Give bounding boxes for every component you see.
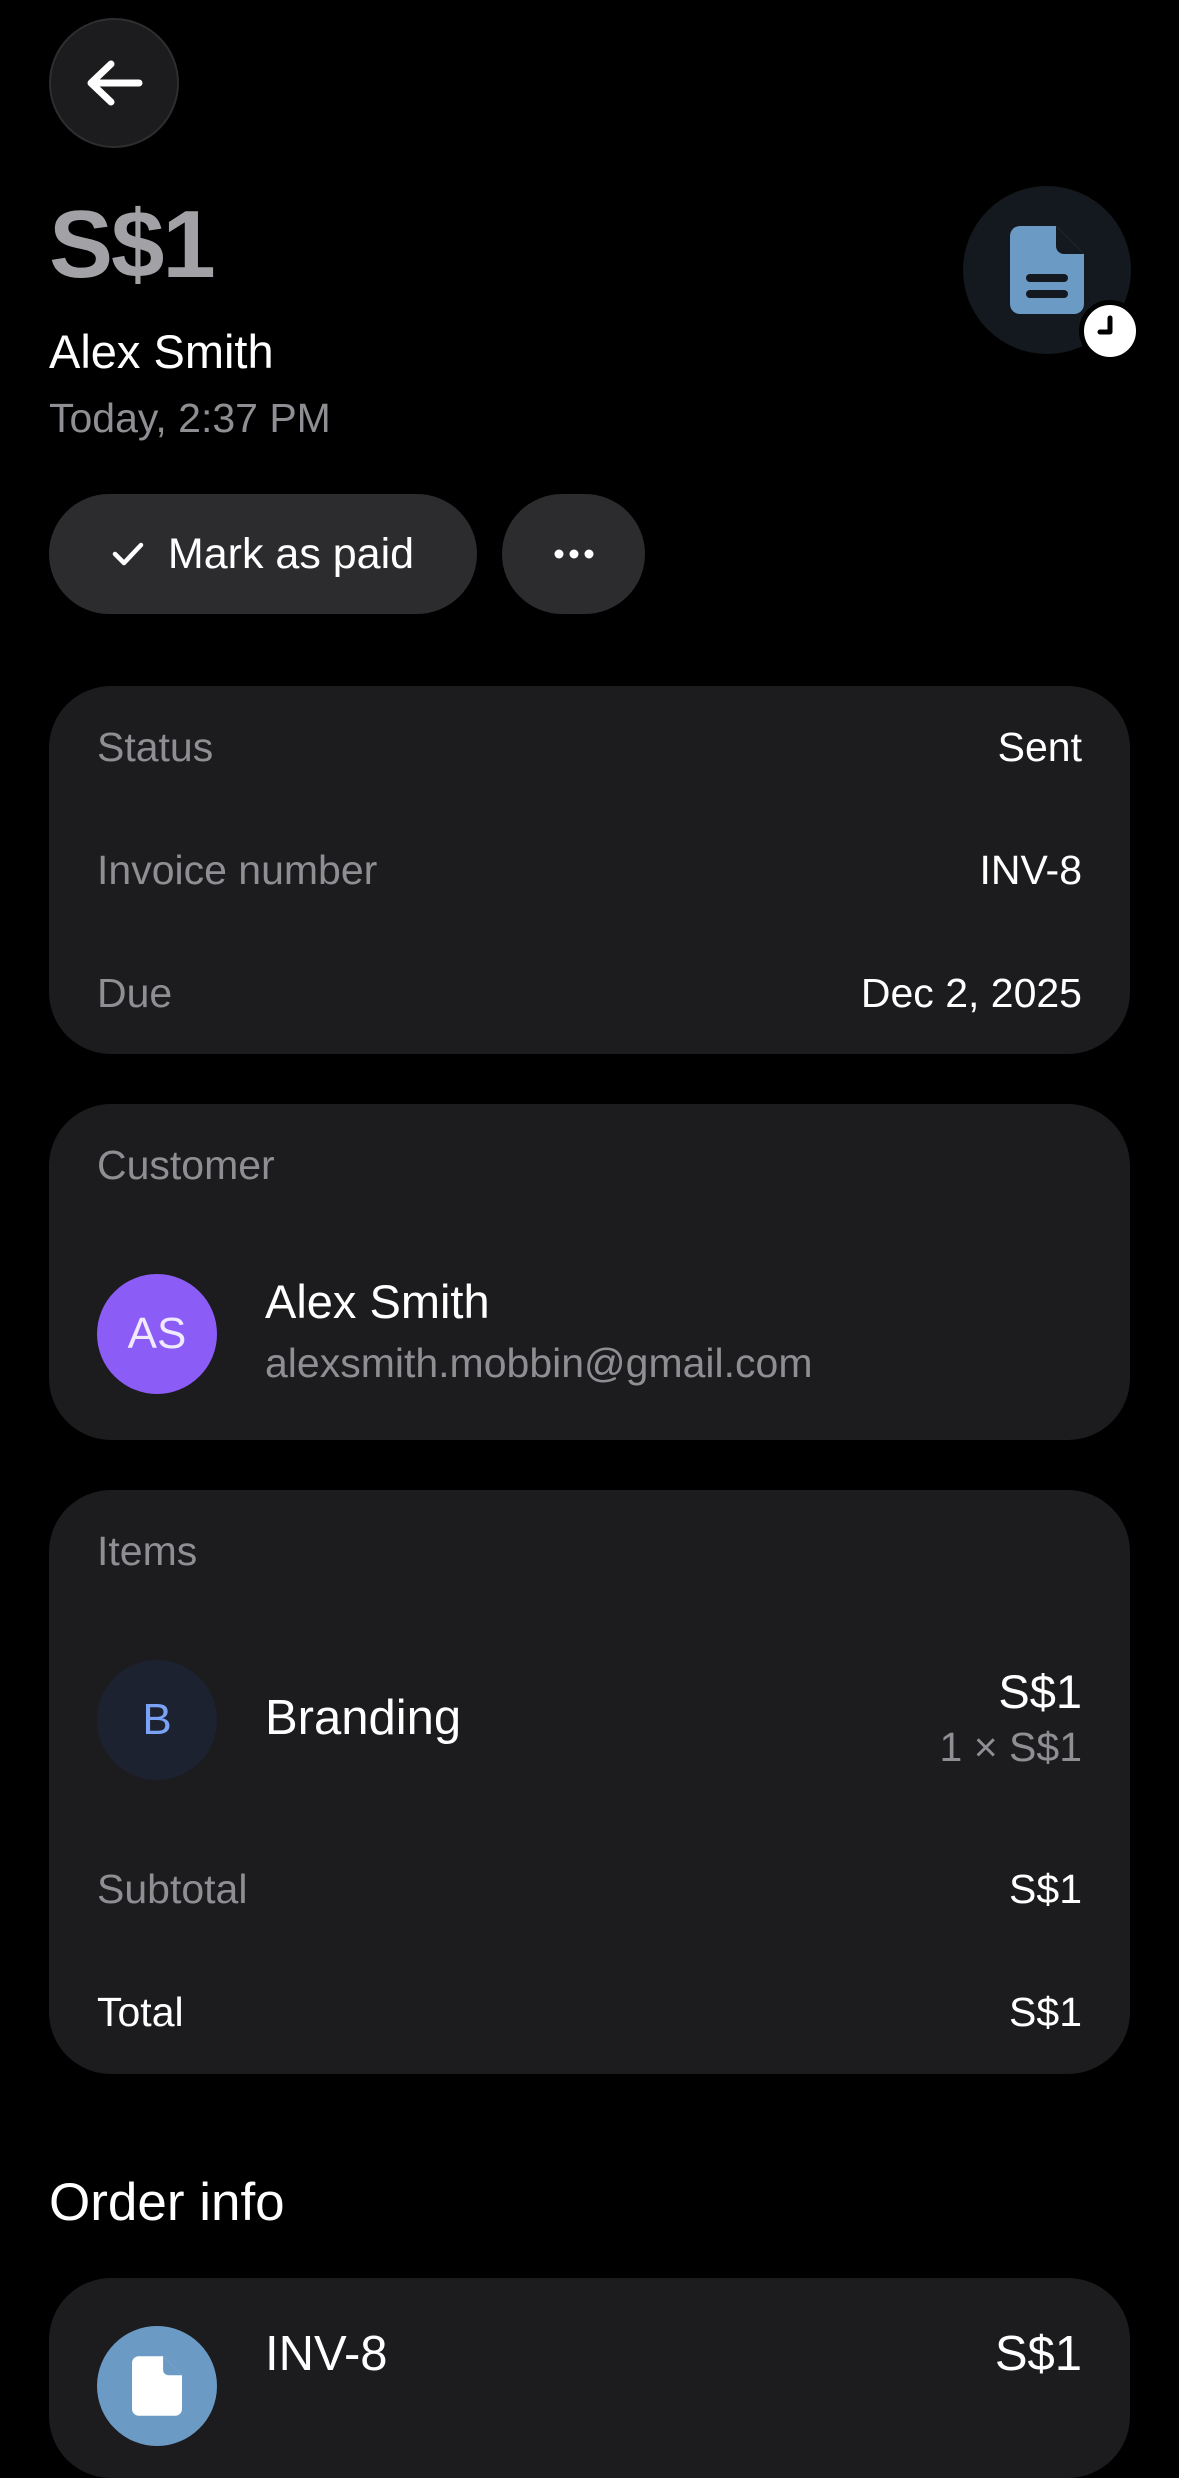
item-initial: B — [142, 1695, 172, 1744]
due-label: Due — [97, 970, 173, 1016]
customer-avatar: AS — [97, 1274, 217, 1394]
clock-icon — [1086, 307, 1134, 355]
invoice-number-value: INV-8 — [979, 847, 1082, 893]
items-card: Items B Branding S$1 1 × S$1 Subtotal S$… — [49, 1490, 1130, 2074]
total-row: Total S$1 — [97, 1989, 1082, 2036]
order-entry-label: INV-8 — [265, 2327, 388, 2381]
document-icon — [132, 2356, 182, 2416]
invoice-details-card: Status Sent Invoice number INV-8 Due Dec… — [49, 686, 1130, 1054]
customer-name: Alex Smith — [265, 1275, 490, 1328]
item-price: S$1 — [998, 1665, 1082, 1718]
document-icon — [1010, 226, 1084, 314]
order-entry-amount: S$1 — [994, 2327, 1082, 2381]
header-customer-name: Alex Smith — [49, 325, 274, 378]
more-options-button[interactable] — [502, 494, 645, 614]
mark-as-paid-label: Mark as paid — [167, 529, 415, 578]
order-info-title: Order info — [49, 2173, 285, 2232]
invoice-number-label: Invoice number — [97, 847, 378, 893]
status-label: Status — [97, 724, 214, 770]
item-name: Branding — [265, 1691, 462, 1745]
invoice-number-row: Invoice number INV-8 — [97, 847, 1082, 894]
invoice-date: Today, 2:37 PM — [49, 395, 331, 441]
customer-initials: AS — [127, 1309, 187, 1358]
order-entry-avatar — [97, 2326, 217, 2446]
total-value: S$1 — [1009, 1989, 1082, 2035]
total-label: Total — [97, 1989, 184, 2035]
order-info-card[interactable]: INV-8 S$1 — [49, 2278, 1130, 2478]
customer-section-label: Customer — [97, 1142, 275, 1188]
customer-card[interactable]: Customer AS Alex Smith alexsmith.mobbin@… — [49, 1104, 1130, 1440]
pending-status-badge — [1079, 300, 1141, 362]
arrow-left-icon — [87, 60, 143, 106]
subtotal-value: S$1 — [1009, 1866, 1082, 1912]
customer-email: alexsmith.mobbin@gmail.com — [265, 1340, 813, 1386]
item-quantity-line: 1 × S$1 — [939, 1724, 1082, 1770]
due-date-row: Due Dec 2, 2025 — [97, 970, 1082, 1017]
subtotal-row: Subtotal S$1 — [97, 1866, 1082, 1913]
status-row: Status Sent — [97, 724, 1082, 771]
list-item[interactable]: B Branding S$1 1 × S$1 — [97, 1660, 1082, 1780]
invoice-amount: S$1 — [49, 191, 216, 298]
back-button[interactable] — [49, 18, 179, 148]
subtotal-label: Subtotal — [97, 1866, 248, 1912]
items-section-label: Items — [97, 1528, 198, 1574]
more-horizontal-icon — [554, 549, 593, 559]
due-value: Dec 2, 2025 — [860, 970, 1082, 1016]
checkmark-icon — [112, 542, 144, 566]
status-value: Sent — [997, 724, 1082, 770]
item-avatar: B — [97, 1660, 217, 1780]
mark-as-paid-button[interactable]: Mark as paid — [49, 494, 477, 614]
